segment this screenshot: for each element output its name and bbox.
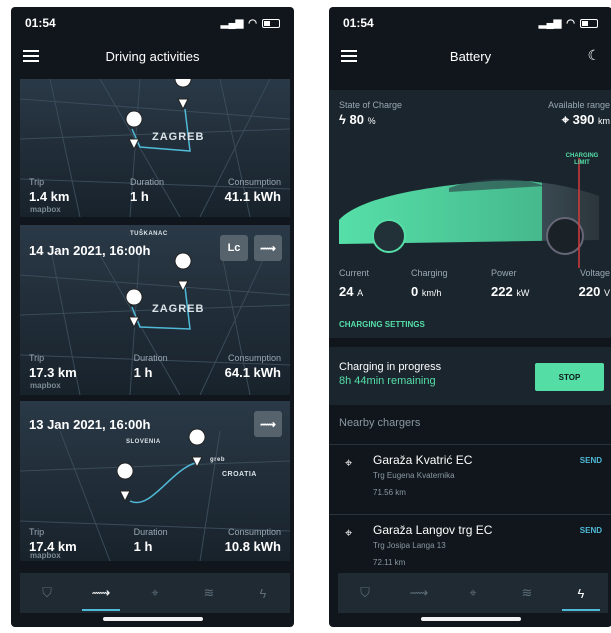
mapbox-logo: mapbox (30, 205, 61, 214)
charging-progress: Charging in progress 8h 44min remaining … (329, 347, 611, 405)
map-city-label: ZAGREB (152, 131, 205, 143)
signal-icon: ▂▄▆ (220, 17, 244, 29)
send-button[interactable]: SEND (580, 456, 602, 465)
map-city-label: ZAGREB (152, 303, 205, 315)
current-value: 24 A (339, 284, 364, 299)
map-city-label: greb (210, 457, 226, 463)
steering-icon[interactable]: ⟿ (254, 235, 282, 261)
trip-distance: Trip 17.4 km (29, 527, 77, 554)
map-pin-icon[interactable]: ⌖ (136, 573, 174, 613)
stop-button[interactable]: STOP (535, 363, 604, 391)
map-district-label: TUŠKANAC (130, 231, 168, 237)
car-icon[interactable]: ⛉ (346, 573, 384, 613)
steering-icon[interactable]: ⟿ (82, 573, 120, 613)
moon-icon[interactable]: ☾ (587, 47, 600, 64)
charger-name: Garaža Langov trg EC (373, 523, 493, 537)
progress-title: Charging in progress (339, 361, 442, 373)
lc-badge[interactable]: Lc (220, 235, 248, 261)
charger-address: Trg Josipa Langa 13 (373, 541, 446, 550)
power-label: Power (491, 268, 517, 278)
battery-panel: State of Charge ϟ 80 % Available range ⌖… (329, 90, 611, 338)
trip-card[interactable]: ZAGREB Trip 1.4 km Duration 1 h Consumptio… (20, 79, 290, 217)
trip-date: 14 Jan 2021, 16:00h (29, 243, 151, 258)
progress-remaining: 8h 44min remaining (339, 375, 436, 387)
trip-duration: Duration 1 h (133, 353, 168, 380)
charger-name: Garaža Kvatrić EC (373, 453, 473, 467)
power-value: 222 kW (491, 284, 530, 299)
battery-status-icon (262, 18, 280, 28)
trip-consumption: Consumption 10.8 kWh (224, 527, 281, 554)
map-country-label: CROATIA (222, 471, 257, 478)
trip-duration: Duration 1 h (133, 527, 168, 554)
wind-icon[interactable]: ≋ (190, 573, 228, 613)
trip-consumption: Consumption 41.1 kWh (224, 177, 281, 204)
menu-icon[interactable] (341, 50, 357, 62)
battery-screen: 01:54 ▂▄▆ ◠ Battery ☾ State of Charge ϟ … (329, 7, 611, 627)
charger-distance: 72.11 km (373, 558, 406, 567)
map-pin-icon: ⌖ (345, 525, 353, 540)
signal-icon: ▂▄▆ (538, 17, 562, 29)
charging-label: Charging (411, 268, 448, 278)
home-indicator (421, 617, 521, 621)
bolt-icon[interactable]: ϟ (562, 573, 600, 613)
status-icons: ▂▄▆ ◠ (539, 18, 598, 29)
page-title: Battery (449, 48, 492, 64)
trip-date: 13 Jan 2021, 16:00h (29, 417, 151, 432)
car-graphic (339, 158, 599, 268)
voltage-label: Voltage (579, 268, 610, 278)
bottom-tab-bar: ⛉ ⟿ ⌖ ≋ ϟ (20, 573, 290, 613)
mapbox-logo: mapbox (30, 551, 61, 560)
current-label: Current (339, 268, 370, 278)
trip-card[interactable]: 13 Jan 2021, 16:00h ⟿ SLOVENIA CROATIA g… (20, 401, 290, 561)
wifi-icon: ◠ (248, 17, 257, 29)
mapbox-logo: mapbox (30, 381, 61, 390)
map-pin-icon[interactable]: ⌖ (454, 573, 492, 613)
charging-settings-link[interactable]: CHARGING SETTINGS (339, 320, 425, 329)
nav-bar: Driving activities (11, 39, 294, 73)
charger-item[interactable]: ⌖ Garaža Kvatrić EC Trg Eugena Kvaternik… (329, 444, 611, 514)
car-icon[interactable]: ⛉ (28, 573, 66, 613)
status-bar: 01:54 ▂▄▆ ◠ (329, 7, 611, 39)
range-label: Available range (548, 100, 610, 110)
wind-icon[interactable]: ≋ (508, 573, 546, 613)
status-bar: 01:54 ▂▄▆ ◠ (11, 7, 294, 39)
map-pin-icon: ⌖ (345, 455, 353, 470)
nav-bar: Battery ☾ (329, 39, 611, 73)
map-country-label: SLOVENIA (126, 439, 161, 445)
charging-limit-label: CHARGING LIMIT (565, 153, 599, 166)
trip-card[interactable]: TUŠKANAC 14 Jan 2021, 16:00h Lc ⟿ ZAGREB… (20, 225, 290, 395)
bottom-tab-bar: ⛉ ⟿ ⌖ ≋ ϟ (338, 573, 608, 613)
status-time: 01:54 (25, 16, 56, 30)
status-time: 01:54 (343, 16, 374, 30)
menu-icon[interactable] (23, 50, 39, 62)
status-icons: ▂▄▆ ◠ (221, 18, 280, 29)
soc-label: State of Charge (339, 100, 403, 110)
battery-status-icon (580, 18, 598, 28)
voltage-value: 220 V (578, 284, 610, 299)
wifi-icon: ◠ (566, 17, 575, 29)
trip-stats: Trip 1.4 km Duration 1 h Consumption 41.1 k… (20, 177, 290, 204)
trip-distance: Trip 17.3 km (29, 353, 77, 380)
bolt-icon[interactable]: ϟ (244, 573, 282, 613)
trip-consumption: Consumption 64.1 kWh (224, 353, 281, 380)
driving-activities-screen: 01:54 ▂▄▆ ◠ Driving activities ZAGREB Tr… (11, 7, 294, 627)
soc-value: ϟ 80 % (339, 112, 376, 127)
home-indicator (103, 617, 203, 621)
steering-icon[interactable]: ⟿ (400, 573, 438, 613)
charging-value: 0 km/h (411, 284, 442, 299)
trip-distance: Trip 1.4 km (29, 177, 70, 204)
range-value: ⌖ 390 km (561, 112, 610, 127)
send-button[interactable]: SEND (580, 526, 602, 535)
nearby-chargers-title: Nearby chargers (339, 417, 421, 429)
trip-stats: Trip 17.3 km Duration 1 h Consumption 64.1 … (20, 353, 290, 380)
charger-distance: 71.56 km (373, 488, 406, 497)
trip-stats: Trip 17.4 km Duration 1 h Consumption 10.8 … (20, 527, 290, 554)
page-title: Driving activities (105, 48, 200, 64)
steering-icon[interactable]: ⟿ (254, 411, 282, 437)
charger-address: Trg Eugena Kvaternika (373, 471, 455, 480)
trip-duration: Duration 1 h (130, 177, 165, 204)
